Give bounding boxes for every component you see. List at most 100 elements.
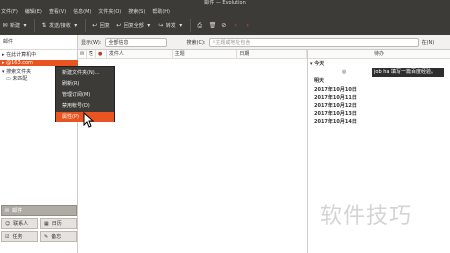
reply-icon: ↩ — [92, 21, 98, 29]
column-from[interactable]: 发件人 — [107, 49, 173, 59]
tasks-icon: ☑ — [5, 233, 10, 240]
todo-today-label: 今天 — [314, 61, 325, 67]
chevron-down-icon: ▾ — [23, 21, 27, 29]
calendar-icon: ▦ — [44, 220, 49, 227]
todo-date-row[interactable]: 2017年10月11日 — [314, 95, 357, 102]
reply-button[interactable]: ↩ 回复 — [92, 22, 110, 29]
attachment-column-icon[interactable]: ⎘ — [87, 49, 96, 59]
mode-contacts-label: 联系人 — [13, 221, 29, 227]
column-subject[interactable]: 主题 — [173, 49, 238, 59]
forward-button[interactable]: ↪ 转发 ▾ — [158, 22, 184, 29]
mode-tasks-button[interactable]: ☑ 任务 — [1, 231, 38, 242]
toolbar-separator — [34, 19, 36, 32]
todo-date-row[interactable]: 2017年10月10日 — [314, 87, 357, 94]
mode-mail-label: 邮件 — [12, 208, 23, 214]
menu-item-manage-subscriptions[interactable]: 管理订阅(M) — [56, 90, 114, 100]
todo-task-text: job ha 填写一篇百度经验。 — [372, 68, 444, 77]
search-label: 搜索(C): — [186, 39, 206, 46]
task-icon: ◎ — [342, 69, 347, 75]
search-input[interactable]: ⌕ 主题或地址包含 — [208, 37, 419, 47]
folder-label: 在此计算机中 — [6, 52, 37, 58]
junk-button[interactable]: ⊘ — [221, 21, 227, 29]
todo-tomorrow[interactable]: 明天 — [314, 78, 324, 85]
menu-folder[interactable]: 文件夹(O) — [98, 8, 121, 15]
new-button-label: 新建 — [10, 23, 21, 29]
expand-icon: ▾ — [2, 69, 5, 75]
menu-item-new-folder[interactable]: 新建文件夹(N)... — [56, 68, 114, 78]
forward-label: 转发 — [165, 23, 176, 29]
send-receive-icon: ⇅ — [41, 21, 47, 29]
filter-bar: 显示(W): 全部信息 搜索(C): ⌕ 主题或地址包含 在(N) — [78, 35, 450, 50]
todo-today[interactable]: ▾ 今天 — [310, 61, 324, 68]
next-button[interactable]: › — [245, 21, 251, 29]
send-receive-label: 发送/接收 — [49, 23, 71, 29]
memos-icon: ✎ — [44, 233, 49, 240]
status-column-icon[interactable]: ✉ — [78, 49, 87, 59]
watermark: 软件技巧 — [320, 204, 413, 229]
reply-all-button[interactable]: ↩ 回复全部 ▾ — [116, 22, 152, 29]
flag-column-icon[interactable]: ● — [96, 49, 107, 59]
account-label: @163.com — [6, 60, 33, 66]
mode-mail-button[interactable]: ✉ 邮件 — [1, 205, 77, 216]
print-button[interactable]: ⎙ — [197, 22, 203, 29]
reply-label: 回复 — [99, 23, 110, 29]
contacts-icon: ☺ — [5, 220, 11, 227]
todo-task-row[interactable]: ◎ job ha 填写一篇百度经验。 — [312, 68, 450, 77]
mode-calendar-label: 日历 — [51, 221, 62, 227]
new-button[interactable]: ✉ 新建 ▾ — [2, 22, 28, 29]
menu-item-disable-account[interactable]: 禁用帐号(D) — [56, 101, 114, 111]
menubar: 文件(F) 编辑(E) 查看(V) 信息(M) 文件夹(O) 搜索(S) 帮助(… — [0, 6, 450, 16]
folder-label: 未匹配 — [12, 76, 28, 82]
junk-icon: ⊘ — [221, 21, 227, 29]
folder-on-this-computer[interactable]: ▸ 在此计算机中 — [0, 52, 78, 58]
sidebar-header: 邮件 — [0, 35, 77, 50]
trash-icon: 🗑 — [208, 21, 217, 29]
mouse-cursor-icon — [83, 112, 95, 128]
todo-date-row[interactable]: 2017年10月12日 — [314, 103, 357, 110]
toolbar: ✉ 新建 ▾ ⇅ 发送/接收 ▾ ↩ 回复 ↩ 回复全部 ▾ ↪ 转发 ▾ ⎙ … — [0, 16, 450, 35]
mode-memos-label: 备忘 — [51, 234, 62, 240]
show-select[interactable]: 全部信息 — [104, 37, 167, 47]
mode-grid: ☺ 联系人 ▦ 日历 ☑ 任务 ✎ 备忘 — [0, 216, 78, 244]
message-list-header: ✉ ⎘ ● 发件人 主题 日期 — [78, 49, 307, 59]
menu-file[interactable]: 文件(F) — [1, 8, 18, 15]
chevron-right-icon: › — [246, 21, 249, 29]
show-label: 显示(W): — [81, 39, 102, 46]
menu-message[interactable]: 信息(M) — [73, 8, 91, 15]
in-label: 在(N) — [421, 39, 435, 46]
folder-icon: ▭ — [6, 76, 11, 82]
mail-icon: ✉ — [5, 207, 10, 214]
expand-icon: ▸ — [2, 60, 5, 66]
chevron-down-icon: ▾ — [179, 21, 183, 29]
menu-item-refresh[interactable]: 刷新(R) — [56, 79, 114, 89]
mode-memos-button[interactable]: ✎ 备忘 — [40, 231, 77, 242]
delete-button[interactable]: 🗑 — [208, 21, 217, 29]
mode-calendar-button[interactable]: ▦ 日历 — [40, 218, 77, 229]
menu-search[interactable]: 搜索(S) — [128, 8, 145, 15]
new-mail-icon: ✉ — [2, 21, 8, 29]
column-date[interactable]: 日期 — [237, 49, 307, 59]
todo-date-row[interactable]: 2017年10月14日 — [314, 119, 357, 126]
mode-contacts-button[interactable]: ☺ 联系人 — [1, 218, 38, 229]
chevron-left-icon: ‹ — [234, 21, 237, 29]
show-value: 全部信息 — [108, 39, 129, 46]
chevron-down-icon: ▾ — [147, 21, 151, 29]
search-placeholder: 主题或地址包含 — [215, 39, 251, 46]
todo-date-row[interactable]: 2017年10月13日 — [314, 111, 357, 118]
reply-all-label: 回复全部 — [123, 23, 144, 29]
folder-label: 搜索文件夹 — [6, 69, 32, 75]
toolbar-separator — [189, 19, 191, 32]
expand-icon: ▸ — [2, 52, 5, 58]
expand-icon: ▾ — [310, 61, 313, 67]
reply-all-icon: ↩ — [116, 21, 122, 29]
menu-edit[interactable]: 编辑(E) — [25, 8, 42, 15]
mode-switcher: ✉ 邮件 ☺ 联系人 ▦ 日历 ☑ 任务 ✎ 备忘 — [0, 205, 78, 244]
mode-tasks-label: 任务 — [12, 234, 23, 240]
menu-help[interactable]: 帮助(H) — [152, 8, 170, 15]
prev-button[interactable]: ‹ — [233, 21, 239, 29]
forward-icon: ↪ — [158, 21, 164, 29]
toolbar-separator — [84, 19, 86, 32]
send-receive-button[interactable]: ⇅ 发送/接收 ▾ — [41, 22, 79, 29]
chevron-down-icon: ▾ — [74, 21, 78, 29]
menu-view[interactable]: 查看(V) — [49, 8, 66, 15]
